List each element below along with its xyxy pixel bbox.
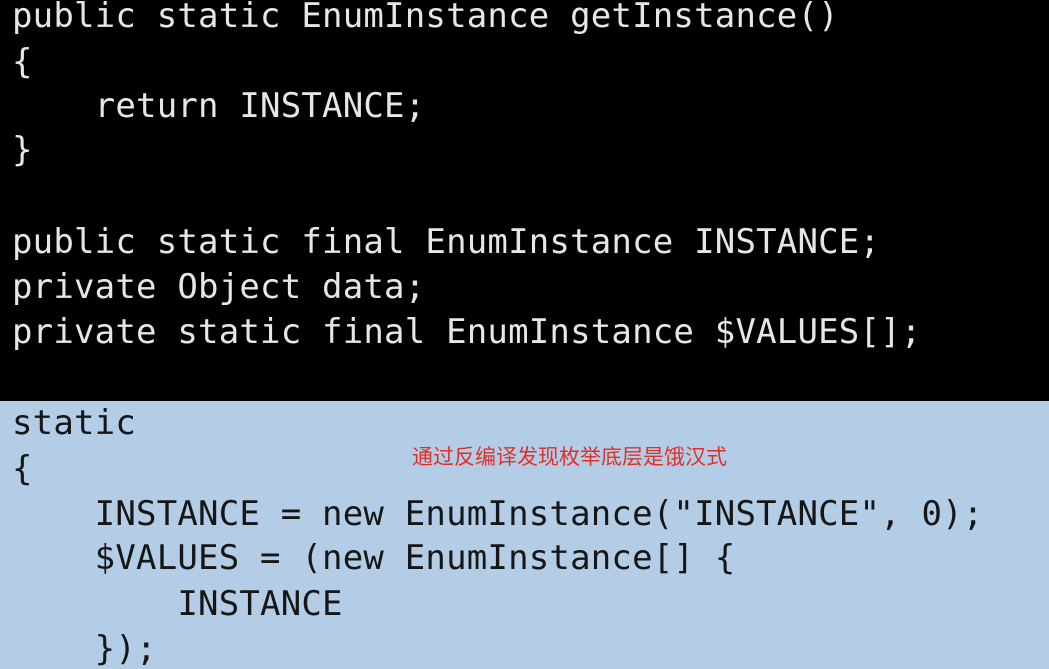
code-line: private static final EnumInstance $VALUE… — [12, 312, 922, 352]
annotation-text: 通过反编译发现枚举底层是饿汉式 — [412, 445, 727, 469]
code-line: INSTANCE = new EnumInstance("INSTANCE", … — [12, 494, 984, 534]
code-line: INSTANCE — [12, 584, 343, 624]
code-block-dark: public static EnumInstance getInstance()… — [0, 0, 1049, 401]
code-line: } — [12, 130, 33, 170]
code-line: return INSTANCE; — [12, 86, 426, 126]
code-line: public static EnumInstance getInstance() — [12, 0, 839, 36]
video-frame: public static EnumInstance getInstance()… — [0, 0, 1049, 669]
code-line: }); — [12, 629, 157, 669]
code-line: { — [12, 42, 33, 82]
code-line: public static final EnumInstance INSTANC… — [12, 222, 881, 262]
code-line: static — [12, 403, 137, 443]
code-line: { — [12, 449, 33, 489]
code-line: private Object data; — [12, 267, 426, 307]
code-line: $VALUES = (new EnumInstance[] { — [12, 538, 736, 578]
